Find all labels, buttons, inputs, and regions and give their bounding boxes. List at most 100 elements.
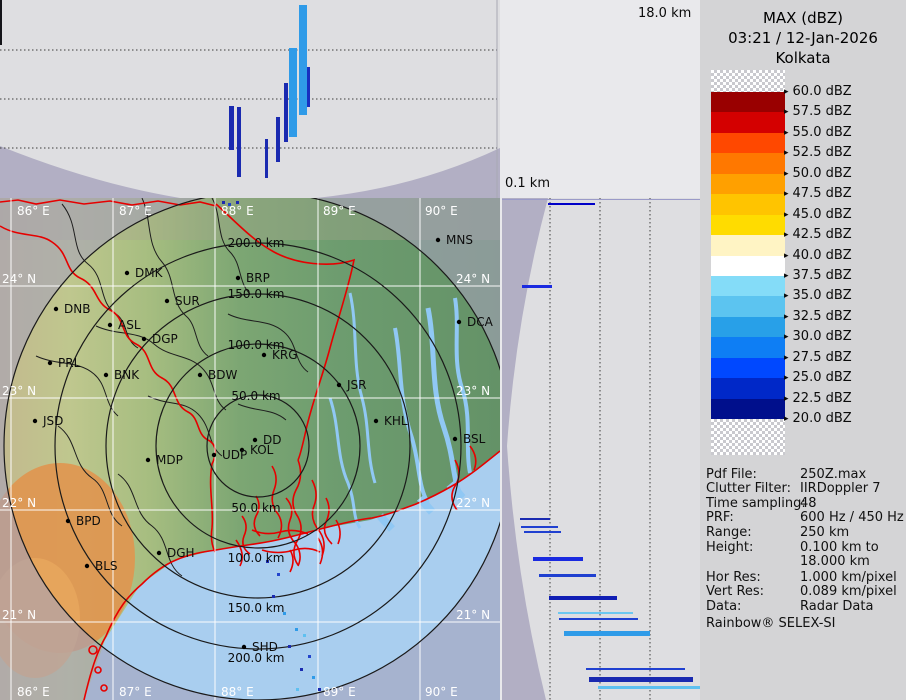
station-dot — [435, 237, 441, 243]
scale-label-text: 27.5 dBZ — [792, 349, 852, 365]
graticule-label: 90° E — [425, 685, 458, 699]
colorbar-overflow-checker — [711, 419, 785, 455]
info-label: Range: — [706, 525, 752, 540]
range-ring-label: 200.0 km — [228, 236, 285, 250]
right-projection-svg — [502, 198, 700, 700]
echo-bar — [307, 67, 310, 107]
colorbar-band — [711, 214, 785, 236]
station-label: DCA — [467, 315, 494, 329]
scale-tick-arrow-icon: ▸ — [784, 373, 789, 384]
station-dot — [145, 457, 151, 463]
height-axis-max-label: 18.0 km — [638, 6, 692, 21]
info-value: 250Z.max — [800, 467, 867, 482]
graticule-label: 90° E — [425, 204, 458, 218]
echo-pixel — [288, 645, 291, 648]
station-label: DGP — [152, 332, 178, 346]
radar-display-screen: 18.0 km 0.1 km 200.0 km 150.0 km 100.0 k… — [0, 0, 906, 700]
scale-label-text: 55.0 dBZ — [792, 124, 852, 140]
colorbar-band — [711, 173, 785, 195]
scale-tick-arrow-icon: ▸ — [784, 230, 789, 241]
scale-label: ▸ 25.0 dBZ — [784, 370, 852, 385]
station-label: BDW — [208, 368, 237, 382]
station-dot — [197, 372, 203, 378]
echo-pixel — [295, 628, 298, 631]
echo-bar — [284, 83, 288, 142]
echo-bar — [564, 631, 650, 636]
product-title: MAX (dBZ) 03:21 / 12-Jan-2026 Kolkata — [700, 8, 906, 68]
scale-label-text: 45.0 dBZ — [792, 206, 852, 222]
echo-pixel — [277, 573, 280, 576]
station-dot — [32, 418, 38, 424]
graticule-label: 21° N — [2, 608, 36, 622]
scale-tick-arrow-icon: ▸ — [784, 291, 789, 302]
scale-label: ▸ 47.5 dBZ — [784, 186, 852, 201]
station-label: PRL — [58, 356, 81, 370]
info-label: Time sampling: — [706, 496, 806, 511]
scale-tick-arrow-icon: ▸ — [784, 127, 789, 138]
graticule-label: 88° E — [221, 685, 254, 699]
height-axis-min-label: 0.1 km — [505, 176, 550, 191]
graticule-label: 86° E — [17, 685, 50, 699]
graticule-label: 22° N — [2, 496, 36, 510]
scale-tick-arrow-icon: ▸ — [784, 414, 789, 425]
range-ring-label: 50.0 km — [231, 389, 280, 403]
range-ring-label: 50.0 km — [231, 501, 280, 515]
colorbar-band — [711, 357, 785, 379]
station-dot — [47, 360, 53, 366]
scale-tick-arrow-icon: ▸ — [784, 148, 789, 159]
scale-tick-arrow-icon: ▸ — [784, 332, 789, 343]
graticule-label: 21° N — [456, 608, 490, 622]
scale-label-text: 60.0 dBZ — [792, 84, 852, 99]
graticule-label: 22° N — [456, 496, 490, 510]
station-dot — [107, 322, 113, 328]
station-dot — [336, 382, 342, 388]
scale-label-text: 22.5 dBZ — [792, 390, 852, 406]
range-ring-label: 100.0 km — [228, 551, 285, 565]
scale-label: ▸ 60.0 dBZ — [784, 84, 852, 99]
scale-tick-arrow-icon: ▸ — [784, 311, 789, 322]
echo-pixel — [296, 688, 299, 691]
colorbar-band — [711, 235, 785, 256]
legend-panel: MAX (dBZ) 03:21 / 12-Jan-2026 Kolkata ▸ 6… — [700, 0, 906, 700]
range-ring-label: 150.0 km — [228, 287, 285, 301]
echo-pixel — [300, 668, 303, 671]
station-dot — [84, 563, 90, 569]
scale-label-text: 57.5 dBZ — [792, 104, 852, 120]
colorbar-band — [711, 153, 785, 174]
echo-bar — [522, 285, 552, 288]
station-dot — [211, 452, 217, 458]
station-label: ASL — [118, 318, 141, 332]
right-panel-background — [502, 198, 700, 700]
graticule-label: 87° E — [119, 685, 152, 699]
info-value: 1.000 km/pixel — [800, 570, 897, 585]
scale-label: ▸ 22.5 dBZ — [784, 391, 852, 406]
echo-bar — [586, 668, 685, 670]
colorbar-band — [711, 132, 785, 154]
scale-label: ▸ 27.5 dBZ — [784, 350, 852, 365]
colorbar-overflow-checker — [711, 70, 785, 92]
info-label: Vert Res: — [706, 584, 765, 599]
station-dot — [235, 275, 241, 281]
scale-label-text: 32.5 dBZ — [792, 308, 852, 324]
graticule-label: 24° N — [456, 272, 490, 286]
info-label: Hor Res: — [706, 570, 761, 585]
colorbar-band — [711, 112, 785, 133]
colorbar-band — [711, 337, 785, 358]
colorbar-band — [711, 398, 785, 419]
graticule-label: 87° E — [119, 204, 152, 218]
echo-bar — [598, 686, 700, 689]
station-label: BPD — [76, 514, 101, 528]
station-label: JSR — [346, 378, 367, 392]
scale-tick-arrow-icon: ▸ — [784, 352, 789, 363]
echo-bar — [299, 5, 307, 115]
station-label: KRG — [272, 348, 298, 362]
scale-label: ▸ 20.0 dBZ — [784, 411, 852, 426]
station-label: BNK — [114, 368, 140, 382]
scale-label: ▸ 40.0 dBZ — [784, 248, 852, 263]
scale-label: ▸ 42.5 dBZ — [784, 227, 852, 242]
scale-label-text: 25.0 dBZ — [792, 370, 852, 386]
top-height-projection-panel — [0, 0, 500, 198]
colorbar-band — [711, 255, 785, 276]
station-dot — [164, 298, 170, 304]
scale-label: ▸ 37.5 dBZ — [784, 268, 852, 283]
